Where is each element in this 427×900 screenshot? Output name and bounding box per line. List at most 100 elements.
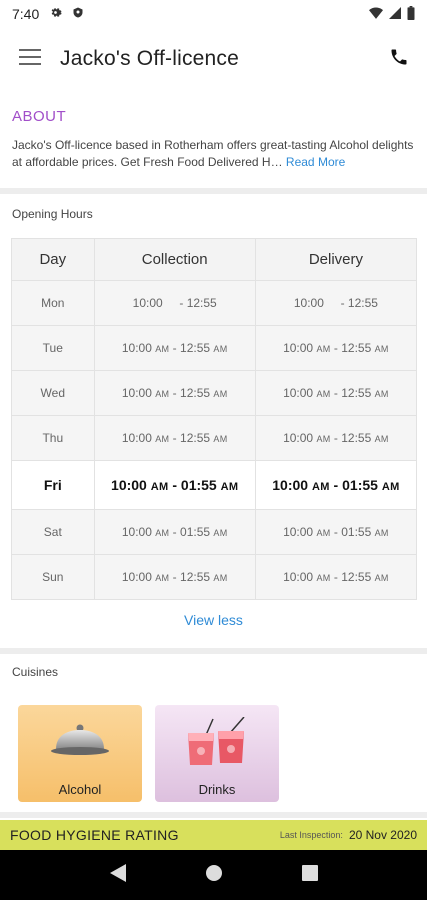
call-button[interactable]: [371, 28, 427, 90]
section-divider: [0, 648, 427, 654]
opening-hours-title: Opening Hours: [12, 207, 93, 221]
collection-start: 10:00: [132, 296, 163, 310]
collection-hours: 10:00 AM - 01:55 AM: [93, 509, 256, 555]
section-divider: [0, 188, 427, 194]
cuisine-label: Drinks: [198, 782, 236, 797]
about-description: Jacko's Off-licence based in Rotherham o…: [12, 137, 415, 171]
day-cell: Sat: [11, 509, 95, 555]
collection-hours: 10:00 AM - 12:55 AM: [93, 325, 256, 371]
delivery-start: 10:00: [283, 525, 314, 539]
delivery-end-ampm: AM: [374, 389, 389, 399]
about-heading: ABOUT: [12, 108, 67, 125]
collection-start-ampm: AM: [155, 528, 170, 538]
home-icon[interactable]: [205, 864, 223, 887]
collection-start: 10:00: [121, 570, 152, 584]
menu-button[interactable]: [0, 28, 60, 90]
view-less-link[interactable]: View less: [0, 612, 427, 628]
delivery-end-ampm: AM: [374, 528, 389, 538]
delivery-start: 10:00: [272, 477, 309, 493]
collection-start-ampm: AM: [150, 481, 169, 493]
delivery-hours: 10:00 AM - 12:55 AM: [254, 415, 418, 461]
collection-end: 01:55: [180, 525, 211, 539]
delivery-hours: 10:00 - 12:55: [254, 280, 418, 326]
collection-hours: 10:00 - 12:55: [93, 280, 256, 326]
table-row: Mon 10:00 - 12:55 10:00 - 12:55: [11, 280, 418, 326]
delivery-hours: 10:00 AM - 01:55 AM: [254, 460, 418, 510]
header-delivery: Delivery: [254, 238, 418, 281]
delivery-start: 10:00: [283, 341, 314, 355]
wifi-icon: [369, 6, 383, 22]
collection-hours: 10:00 AM - 12:55 AM: [93, 370, 256, 416]
delivery-end-ampm: AM: [374, 344, 389, 354]
cuisine-tile-drinks[interactable]: Drinks: [155, 705, 279, 802]
delivery-end: 12:55: [347, 296, 378, 310]
cuisine-label: Alcohol: [58, 782, 102, 797]
table-header-row: Day Collection Delivery: [11, 238, 418, 281]
collection-start: 10:00: [121, 341, 152, 355]
collection-end: 01:55: [180, 477, 217, 493]
cuisines-title: Cuisines: [12, 665, 59, 679]
collection-end-ampm: AM: [213, 528, 228, 538]
page-title: Jacko's Off-licence: [60, 47, 239, 70]
day-cell: Fri: [11, 460, 95, 510]
collection-start: 10:00: [121, 386, 152, 400]
delivery-start-ampm: AM: [316, 344, 331, 354]
collection-end: 12:55: [180, 570, 211, 584]
day-cell: Thu: [11, 415, 95, 461]
cocktail-glasses-icon: [186, 716, 248, 774]
collection-start-ampm: AM: [155, 389, 170, 399]
delivery-end-ampm: AM: [374, 434, 389, 444]
delivery-start-ampm: AM: [316, 573, 331, 583]
back-icon[interactable]: [109, 863, 126, 887]
delivery-hours: 10:00 AM - 12:55 AM: [254, 325, 418, 371]
recents-icon[interactable]: [301, 864, 318, 886]
delivery-end: 01:55: [341, 525, 372, 539]
collection-end: 12:55: [180, 431, 211, 445]
phone-icon: [389, 47, 409, 72]
signal-icon: [389, 6, 401, 22]
day-cell: Tue: [11, 325, 95, 371]
day-cell: Wed: [11, 370, 95, 416]
read-more-link[interactable]: Read More: [286, 155, 345, 169]
delivery-end: 12:55: [341, 386, 372, 400]
table-row: Thu 10:00 AM - 12:55 AM 10:00 AM - 12:55…: [11, 415, 418, 461]
clock: 7:40: [12, 6, 40, 22]
table-row: Wed 10:00 AM - 12:55 AM 10:00 AM - 12:55…: [11, 370, 418, 416]
delivery-hours: 10:00 AM - 12:55 AM: [254, 554, 418, 600]
delivery-end-ampm: AM: [374, 573, 389, 583]
table-row: Tue 10:00 AM - 12:55 AM 10:00 AM - 12:55…: [11, 325, 418, 371]
cuisine-tile-alcohol[interactable]: Alcohol: [18, 705, 142, 802]
app-bar: Jacko's Off-licence: [0, 28, 427, 90]
shield-icon: [72, 6, 84, 22]
collection-end-ampm: AM: [213, 434, 228, 444]
about-section: ABOUT Jacko's Off-licence based in Rothe…: [0, 108, 427, 171]
collection-start-ampm: AM: [155, 344, 170, 354]
collection-hours: 10:00 AM - 01:55 AM: [93, 460, 256, 510]
collection-start: 10:00: [111, 477, 147, 493]
collection-start: 10:00: [121, 431, 152, 445]
opening-hours-table: Day Collection Delivery Mon 10:00 - 12:5…: [11, 238, 418, 600]
delivery-hours: 10:00 AM - 01:55 AM: [254, 509, 418, 555]
collection-hours: 10:00 AM - 12:55 AM: [93, 415, 256, 461]
delivery-end: 12:55: [341, 341, 372, 355]
delivery-start: 10:00: [283, 570, 314, 584]
gear-icon: [49, 6, 62, 22]
day-cell: Sun: [11, 554, 95, 600]
day-cell: Mon: [11, 280, 95, 326]
food-hygiene-bar[interactable]: FOOD HYGIENE RATING Last Inspection: 20 …: [0, 820, 427, 850]
cloche-icon: [50, 723, 110, 762]
last-inspection-label: Last Inspection:: [279, 830, 343, 840]
collection-end-ampm: AM: [220, 481, 239, 493]
status-bar: 7:40: [0, 0, 427, 28]
delivery-end: 12:55: [341, 431, 372, 445]
delivery-start-ampm: AM: [316, 434, 331, 444]
collection-start: 10:00: [121, 525, 152, 539]
collection-end-ampm: AM: [213, 389, 228, 399]
header-day: Day: [11, 238, 95, 281]
table-row: Sat 10:00 AM - 01:55 AM 10:00 AM - 01:55…: [11, 509, 418, 555]
collection-end: 12:55: [180, 386, 211, 400]
collection-end: 12:55: [186, 296, 217, 310]
delivery-end: 12:55: [341, 570, 372, 584]
collection-end-ampm: AM: [213, 573, 228, 583]
delivery-end: 01:55: [342, 477, 378, 493]
